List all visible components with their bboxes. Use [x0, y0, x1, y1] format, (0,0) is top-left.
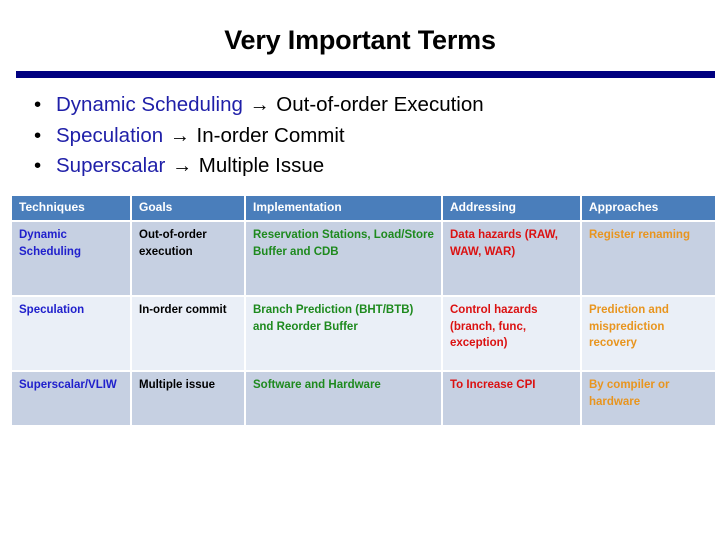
cell-implementation: Reservation Stations, Load/Store Buffer … [246, 222, 441, 295]
table-header-row: Techniques Goals Implementation Addressi… [12, 196, 715, 220]
terms-table: Techniques Goals Implementation Addressi… [10, 194, 717, 427]
list-item: • Superscalar → Multiple Issue [28, 151, 698, 182]
bullet-definition: Multiple Issue [198, 154, 325, 177]
cell-addressing: Data hazards (RAW, WAW, WAR) [443, 222, 580, 295]
bullet-term: Dynamic Scheduling [56, 93, 243, 116]
bullet-definition: In-order Commit [196, 123, 345, 147]
column-header-addressing: Addressing [443, 196, 580, 220]
cell-techniques: Speculation [12, 297, 130, 370]
bullet-term: Speculation [56, 123, 164, 147]
arrow-icon: → [249, 94, 270, 116]
column-header-implementation: Implementation [246, 196, 441, 220]
arrow-icon: → [169, 124, 190, 147]
bullet-definition: Out-of-order Execution [276, 93, 484, 116]
cell-approaches: Register renaming [582, 222, 715, 295]
list-item: • Dynamic Scheduling → Out-of-order Exec… [28, 90, 698, 121]
table-row: Dynamic Scheduling Out-of-order executio… [12, 222, 715, 295]
list-item: • Speculation → In-order Commit [28, 121, 698, 152]
cell-approaches: By compiler or hardware [582, 372, 715, 425]
cell-implementation: Branch Prediction (BHT/BTB) and Reorder … [246, 297, 441, 370]
table-row: Superscalar/VLIW Multiple issue Software… [12, 372, 715, 425]
cell-goals: In-order commit [132, 297, 244, 370]
arrow-icon: → [172, 155, 193, 177]
bullet-list: • Dynamic Scheduling → Out-of-order Exec… [28, 90, 698, 182]
cell-techniques: Dynamic Scheduling [12, 222, 130, 295]
cell-goals: Out-of-order execution [132, 222, 244, 295]
cell-addressing: To Increase CPI [443, 372, 580, 425]
slide-canvas: Very Important Terms • Dynamic Schedulin… [0, 0, 720, 540]
bullet-term: Superscalar [56, 154, 166, 177]
column-header-techniques: Techniques [12, 196, 130, 220]
title-divider [16, 71, 715, 78]
bullet-dot-icon: • [34, 154, 42, 177]
cell-implementation: Software and Hardware [246, 372, 441, 425]
cell-approaches: Prediction and misprediction recovery [582, 297, 715, 370]
column-header-goals: Goals [132, 196, 244, 220]
column-header-approaches: Approaches [582, 196, 715, 220]
cell-goals: Multiple issue [132, 372, 244, 425]
table-row: Speculation In-order commit Branch Predi… [12, 297, 715, 370]
bullet-dot-icon: • [34, 93, 42, 116]
bullet-dot-icon: • [34, 123, 42, 147]
page-title: Very Important Terms [224, 25, 496, 55]
cell-addressing: Control hazards (branch, func, exception… [443, 297, 580, 370]
cell-techniques: Superscalar/VLIW [12, 372, 130, 425]
